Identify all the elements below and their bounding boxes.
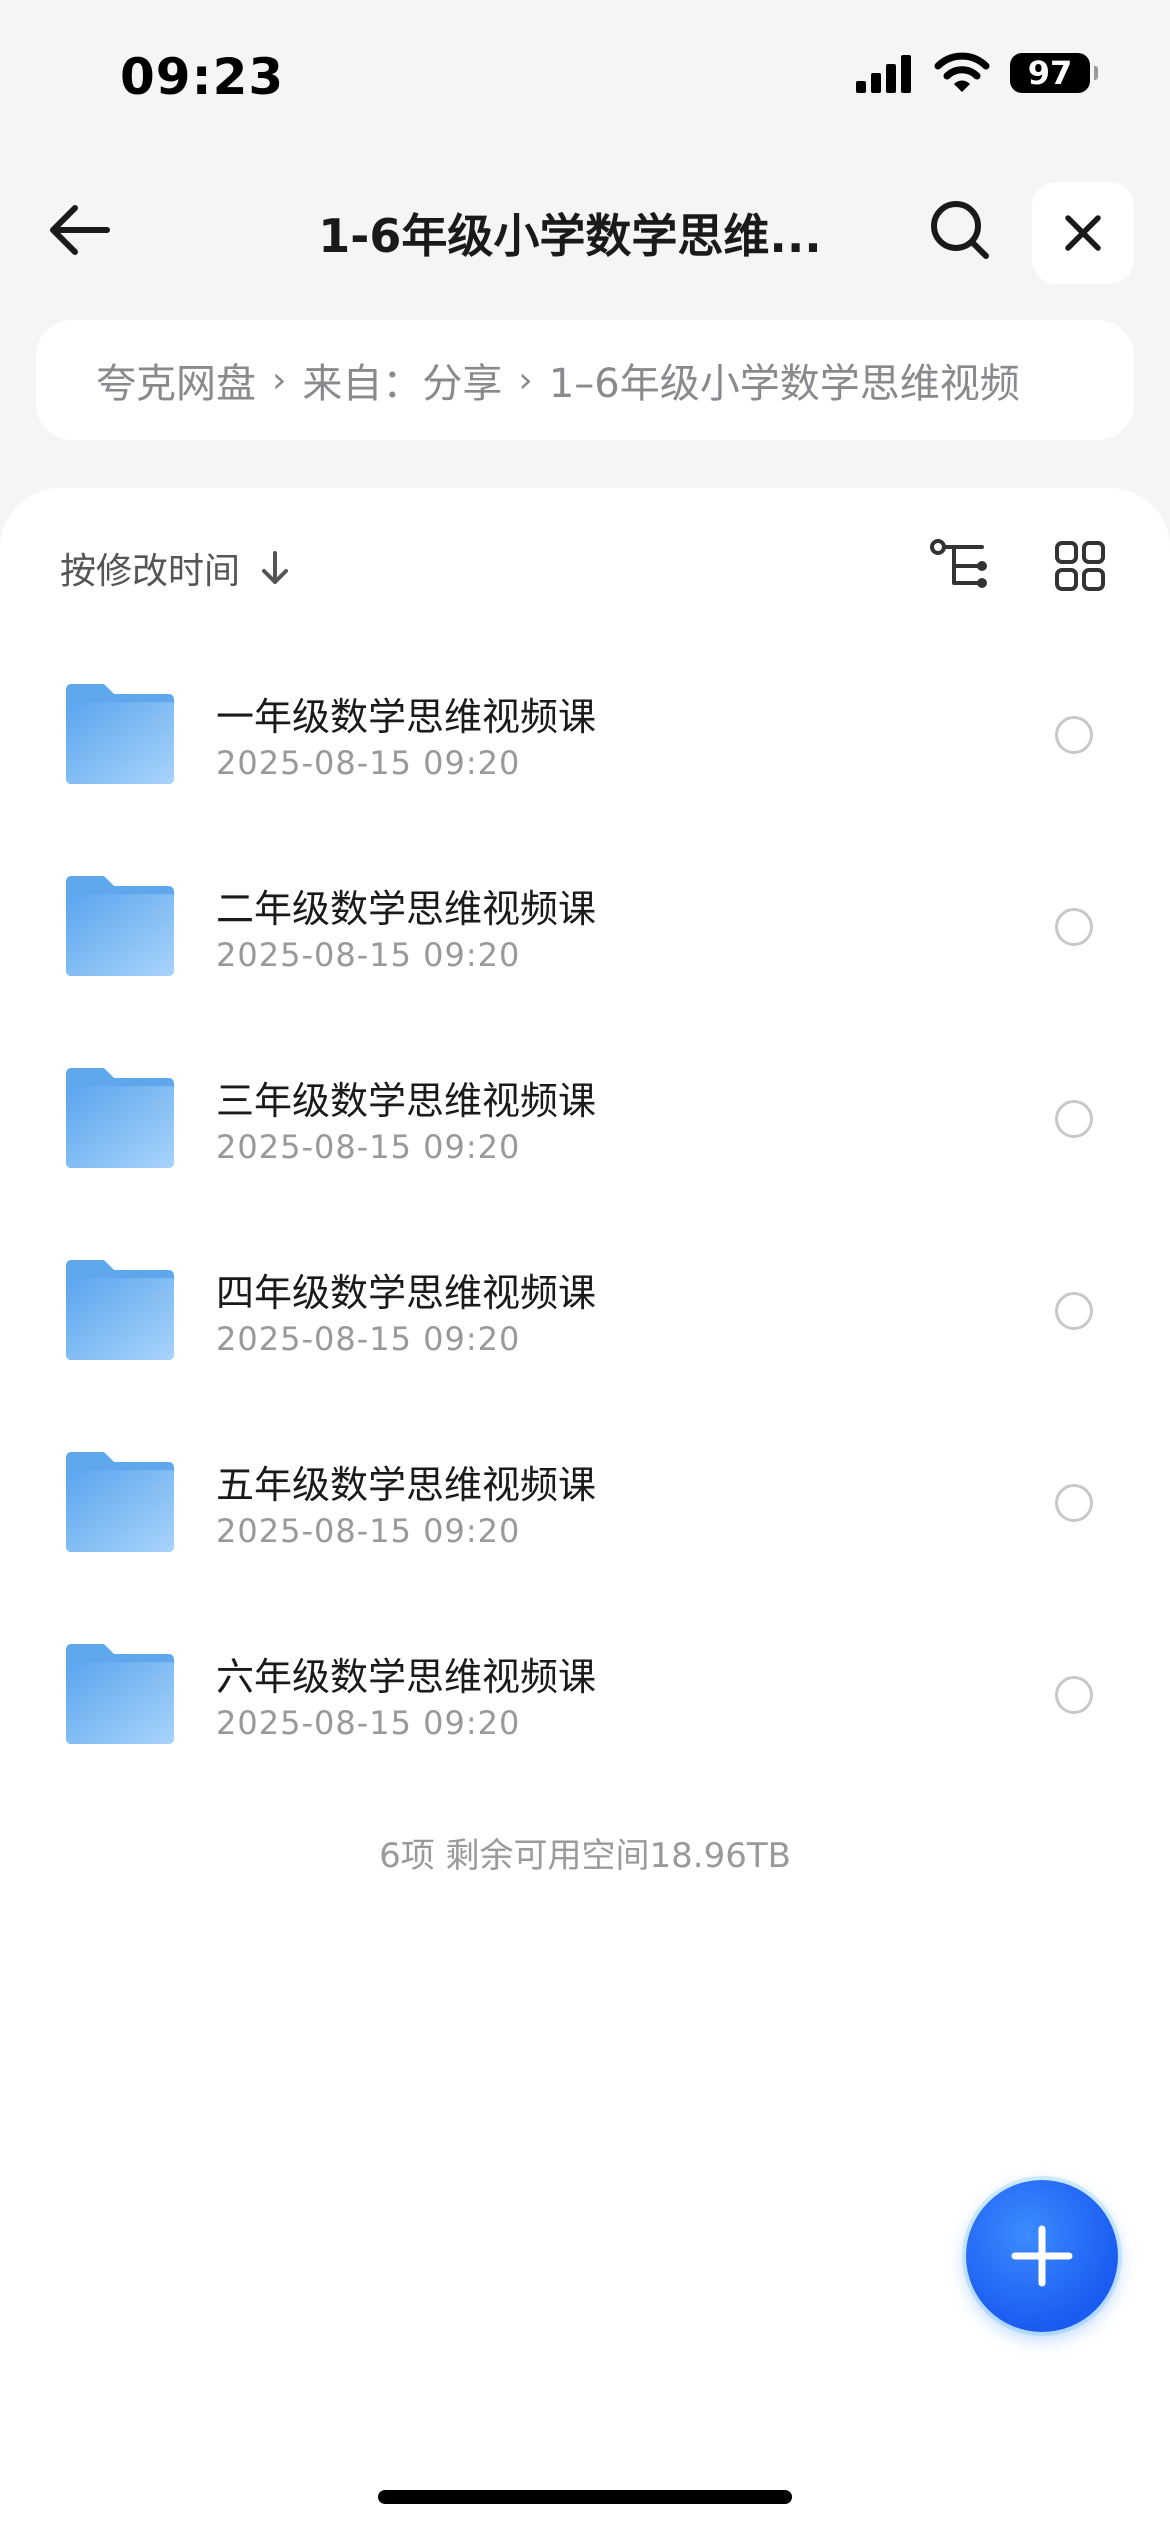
file-name: 五年级数学思维视频课 (216, 1463, 597, 1507)
arrow-down-icon (262, 551, 289, 584)
folder-icon (66, 1068, 174, 1168)
sort-button[interactable]: 按修改时间 (60, 528, 290, 608)
home-indicator[interactable] (378, 2490, 792, 2504)
wifi-icon (934, 52, 990, 92)
file-date: 2025-08-15 09:20 (216, 1512, 521, 1550)
plus-icon (1011, 2225, 1073, 2287)
grid-view-icon (1055, 541, 1105, 591)
list-item[interactable]: 四年级数学思维视频课 2025-08-15 09:20 (0, 1220, 1170, 1412)
nav-bar: 1-6年级小学数学思维... (0, 170, 1170, 290)
file-date: 2025-08-15 09:20 (216, 744, 521, 782)
close-button[interactable] (1032, 182, 1134, 284)
select-checkbox[interactable] (1055, 1484, 1093, 1522)
file-name: 三年级数学思维视频课 (216, 1079, 597, 1123)
file-name: 四年级数学思维视频课 (216, 1271, 597, 1315)
add-button[interactable] (966, 2180, 1118, 2332)
tree-view-icon (930, 539, 987, 588)
select-checkbox[interactable] (1055, 1676, 1093, 1714)
file-date: 2025-08-15 09:20 (216, 936, 521, 974)
sort-label: 按修改时间 (60, 551, 241, 592)
close-icon (1065, 215, 1101, 251)
list-item[interactable]: 六年级数学思维视频课 2025-08-15 09:20 (0, 1604, 1170, 1796)
breadcrumb-item-share[interactable]: 来自：分享 (302, 351, 502, 409)
breadcrumb-separator: › (272, 359, 287, 401)
file-name: 六年级数学思维视频课 (216, 1655, 597, 1699)
select-checkbox[interactable] (1055, 908, 1093, 946)
list-item[interactable]: 一年级数学思维视频课 2025-08-15 09:20 (0, 644, 1170, 836)
battery-indicator: 97 (1010, 53, 1098, 93)
file-name: 二年级数学思维视频课 (216, 887, 597, 931)
arrow-left-icon (50, 205, 110, 255)
folder-icon (66, 876, 174, 976)
breadcrumb-fade (1064, 320, 1134, 440)
list-item[interactable]: 五年级数学思维视频课 2025-08-15 09:20 (0, 1412, 1170, 1604)
folder-icon (66, 1644, 174, 1744)
file-date: 2025-08-15 09:20 (216, 1704, 521, 1742)
folder-icon (66, 684, 174, 784)
page-title: 1-6年级小学数学思维... (318, 209, 822, 263)
grid-view-button[interactable] (1040, 526, 1120, 606)
tree-view-button[interactable] (920, 526, 1000, 606)
status-time: 09:23 (120, 48, 285, 106)
breadcrumb-item-root[interactable]: 夸克网盘 (96, 351, 256, 409)
folder-icon (66, 1452, 174, 1552)
signal-icon (856, 55, 911, 93)
file-name: 一年级数学思维视频课 (216, 695, 597, 739)
search-button[interactable] (920, 190, 1000, 270)
breadcrumb-item-current: 1–6年级小学数学思维视频 (548, 361, 1020, 407)
select-checkbox[interactable] (1055, 1100, 1093, 1138)
file-list: 一年级数学思维视频课 2025-08-15 09:20 二年级数学思维视频课 2… (0, 644, 1170, 1796)
breadcrumb-separator: › (518, 359, 533, 401)
status-bar: 09:23 97 (0, 0, 1170, 150)
back-button[interactable] (40, 190, 120, 270)
file-date: 2025-08-15 09:20 (216, 1320, 521, 1358)
file-date: 2025-08-15 09:20 (216, 1128, 521, 1166)
select-checkbox[interactable] (1055, 1292, 1093, 1330)
status-icons: 97 (854, 52, 1098, 94)
select-checkbox[interactable] (1055, 716, 1093, 754)
breadcrumb: 夸克网盘 › 来自：分享 › 1–6年级小学数学思维视频 (36, 320, 1134, 440)
search-icon (931, 201, 989, 259)
folder-icon (66, 1260, 174, 1360)
list-item[interactable]: 二年级数学思维视频课 2025-08-15 09:20 (0, 836, 1170, 1028)
list-item[interactable]: 三年级数学思维视频课 2025-08-15 09:20 (0, 1028, 1170, 1220)
storage-summary: 6项 剩余可用空间18.96TB (379, 1836, 791, 1876)
battery-level: 97 (1027, 54, 1073, 92)
